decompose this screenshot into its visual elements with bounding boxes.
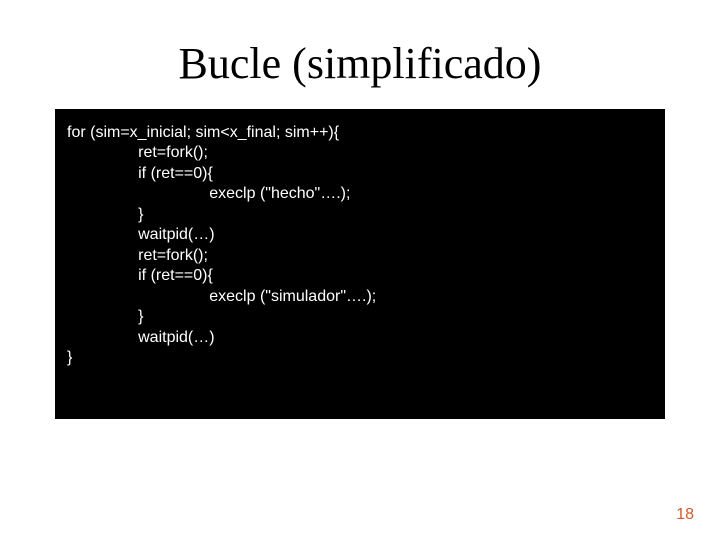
code-line: if (ret==0){ bbox=[67, 165, 213, 182]
code-block: for (sim=x_inicial; sim<x_final; sim++){… bbox=[55, 109, 665, 419]
code-line: for (sim=x_inicial; sim<x_final; sim++){ bbox=[67, 124, 339, 141]
code-line: } bbox=[67, 349, 72, 366]
code-line: ret=fork(); bbox=[67, 144, 208, 161]
slide: Bucle (simplificado) for (sim=x_inicial;… bbox=[0, 0, 720, 540]
page-title: Bucle (simplificado) bbox=[0, 0, 720, 99]
code-line: ret=fork(); bbox=[67, 247, 208, 264]
code-line: execlp ("simulador"….); bbox=[67, 288, 376, 305]
page-number: 18 bbox=[676, 506, 694, 524]
code-line: if (ret==0){ bbox=[67, 267, 213, 284]
code-line: waitpid(…) bbox=[67, 226, 215, 243]
code-line: } bbox=[67, 308, 143, 325]
code-line: } bbox=[67, 206, 143, 223]
code-line: execlp ("hecho"….); bbox=[67, 185, 350, 202]
code-line: waitpid(…) bbox=[67, 329, 215, 346]
